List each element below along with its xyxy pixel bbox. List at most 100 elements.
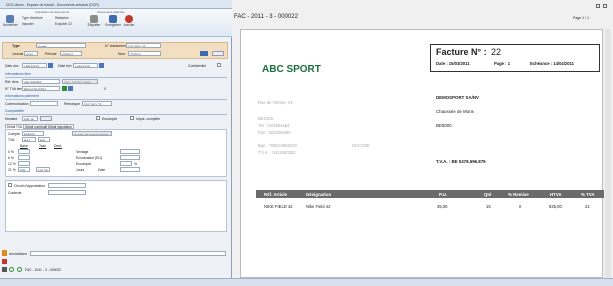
montant-label: Montant	[5, 117, 18, 121]
cell-qte: 15	[486, 204, 491, 209]
communication-label: Communication	[5, 102, 29, 106]
import-label: Importer	[22, 22, 34, 26]
exoneration-label: Exonération (EU)	[76, 156, 103, 160]
circuit-checkbox[interactable]	[8, 183, 12, 187]
date-ech-field[interactable]: 14/04/2011	[73, 63, 98, 68]
confidential-checkbox[interactable]	[217, 63, 221, 67]
remarque-label: Remarque	[64, 102, 80, 106]
check-icon[interactable]	[62, 86, 67, 91]
lock-icon[interactable]	[200, 51, 208, 56]
periode-field[interactable]: 03/2011	[60, 51, 82, 56]
num-label: Num	[118, 52, 126, 56]
rate-row-label: 6 %	[8, 156, 14, 160]
entry-type-button[interactable]: Type d'écriture	[22, 16, 48, 20]
base-field[interactable]	[18, 155, 30, 160]
communication-field[interactable]	[30, 101, 58, 106]
type-select[interactable]: Achat	[36, 43, 86, 48]
currency-button[interactable]	[40, 116, 52, 121]
contexte-field[interactable]	[48, 190, 86, 195]
taxe-field[interactable]: 110,25	[36, 167, 50, 172]
client-vat: T.V.A. : BE 0478.696.879	[436, 159, 486, 164]
tva-extra-value: 0	[104, 87, 106, 91]
base-field[interactable]: 525	[18, 167, 30, 172]
attach-button[interactable]: Rattacher	[55, 16, 83, 20]
ref-tiers-field[interactable]: ABCSPORT	[22, 79, 60, 84]
invoice-number: 22	[491, 47, 502, 57]
th-qte: Qté	[484, 191, 492, 197]
cancel-icon	[125, 15, 133, 23]
classement-field[interactable]: 101.2011.22	[126, 43, 161, 48]
ref-tiers-label: Réf. tiers	[5, 80, 19, 84]
escompte-checkbox[interactable]	[96, 116, 100, 120]
tva-code-field[interactable]: MD	[38, 137, 50, 142]
import-button[interactable]: Importer	[22, 22, 48, 26]
minimize-icon[interactable]	[596, 4, 600, 8]
base-field[interactable]	[18, 149, 30, 154]
date-ech-label: Date éch	[58, 64, 72, 68]
ribbon-group-acquisition: Acquisition de documents	[34, 10, 70, 14]
invoice-title: Facture N° :	[436, 47, 487, 57]
attach-label: Rattacher	[55, 16, 69, 20]
client-zip: BE5000	[436, 123, 452, 128]
options-button[interactable]	[212, 51, 224, 56]
remarque-field[interactable]: 101.2011.22	[82, 101, 112, 106]
sender-vat: T.V.A. : 0413040252	[258, 150, 296, 155]
save-button[interactable]: Enregistrer	[104, 15, 122, 27]
jours-label: Jours	[76, 168, 85, 172]
compte-field[interactable]: 604000	[22, 131, 44, 136]
annotations-label: Annotations	[9, 252, 27, 256]
sender-zip: BE1000	[258, 116, 273, 121]
ribbon-group-documents: Documents attachés	[97, 10, 125, 14]
exploit-button[interactable]: Exploiter 22	[55, 22, 83, 26]
montant-field[interactable]: 635,25	[22, 116, 38, 121]
date-doc-label: Date doc	[5, 64, 19, 68]
calendar-icon[interactable]	[48, 63, 53, 68]
confidential-label: Confidentiel	[188, 64, 206, 68]
circuit-field[interactable]	[48, 183, 86, 188]
window-title: DCG-demo - Espace de travail - Documents…	[6, 2, 99, 7]
tva-regime-field[interactable]: NAT	[22, 137, 36, 142]
calendar-icon[interactable]	[99, 63, 104, 68]
base-field[interactable]	[18, 161, 30, 166]
date-field[interactable]	[120, 167, 140, 172]
invoice-page-number: Page : 1	[494, 61, 511, 66]
num-field[interactable]: 22/2011	[128, 51, 161, 56]
entry-type-label: Type d'écriture	[22, 16, 43, 20]
cell-designation: Nike Field 42	[306, 204, 331, 209]
label-icon	[90, 15, 98, 23]
invoice-date: Date : 15/03/2011	[436, 61, 470, 66]
accounting-section-header: Comptabilité	[5, 109, 24, 113]
impute-label: Imput. complète	[136, 117, 161, 121]
close-icon[interactable]	[603, 4, 607, 8]
date-doc-field[interactable]: 15/03/2011	[22, 63, 47, 68]
impute-checkbox[interactable]	[130, 116, 134, 120]
annotations-field[interactable]	[30, 251, 226, 256]
ribbon: Acquisition de documents Documents attac…	[0, 9, 232, 37]
label-button[interactable]: Étiqueter	[86, 15, 102, 27]
zoom-in-icon[interactable]	[9, 267, 14, 272]
escompte-label: Escompte	[102, 117, 118, 121]
tiers-section-header: Informations tiers	[5, 72, 32, 76]
exoneration-field[interactable]	[120, 155, 140, 160]
ventage-field[interactable]	[120, 149, 140, 154]
search-icon[interactable]	[68, 86, 73, 91]
zoom-out-icon[interactable]	[17, 267, 22, 272]
delete-icon[interactable]	[2, 259, 7, 264]
vertical-scrollbar[interactable]	[605, 29, 611, 278]
escompte-pct-field[interactable]	[120, 161, 132, 166]
scan-button[interactable]: Numériser	[3, 15, 18, 27]
note-icon	[2, 250, 7, 256]
percent-sign: %	[134, 162, 138, 166]
cancel-button[interactable]: Annuler	[122, 15, 136, 27]
scan-button-label: Numériser	[3, 23, 18, 27]
journal-field[interactable]: ACH	[24, 51, 38, 56]
th-pu: P.U.	[439, 191, 447, 197]
company-name: ABC SPORT	[262, 64, 321, 75]
rate-row-label: 0 %	[8, 150, 14, 154]
tva-tiers-field[interactable]: BE0413040252	[22, 86, 60, 91]
journal-label: Journal	[12, 52, 24, 56]
invoice-due-date: Echéance : 14/04/2011	[530, 61, 575, 66]
cell-ref: NIKE FIELD 42	[264, 204, 293, 209]
rate-row-label: 21 %	[8, 168, 16, 172]
tva-tiers-label: N° TVA tiers	[5, 87, 24, 91]
